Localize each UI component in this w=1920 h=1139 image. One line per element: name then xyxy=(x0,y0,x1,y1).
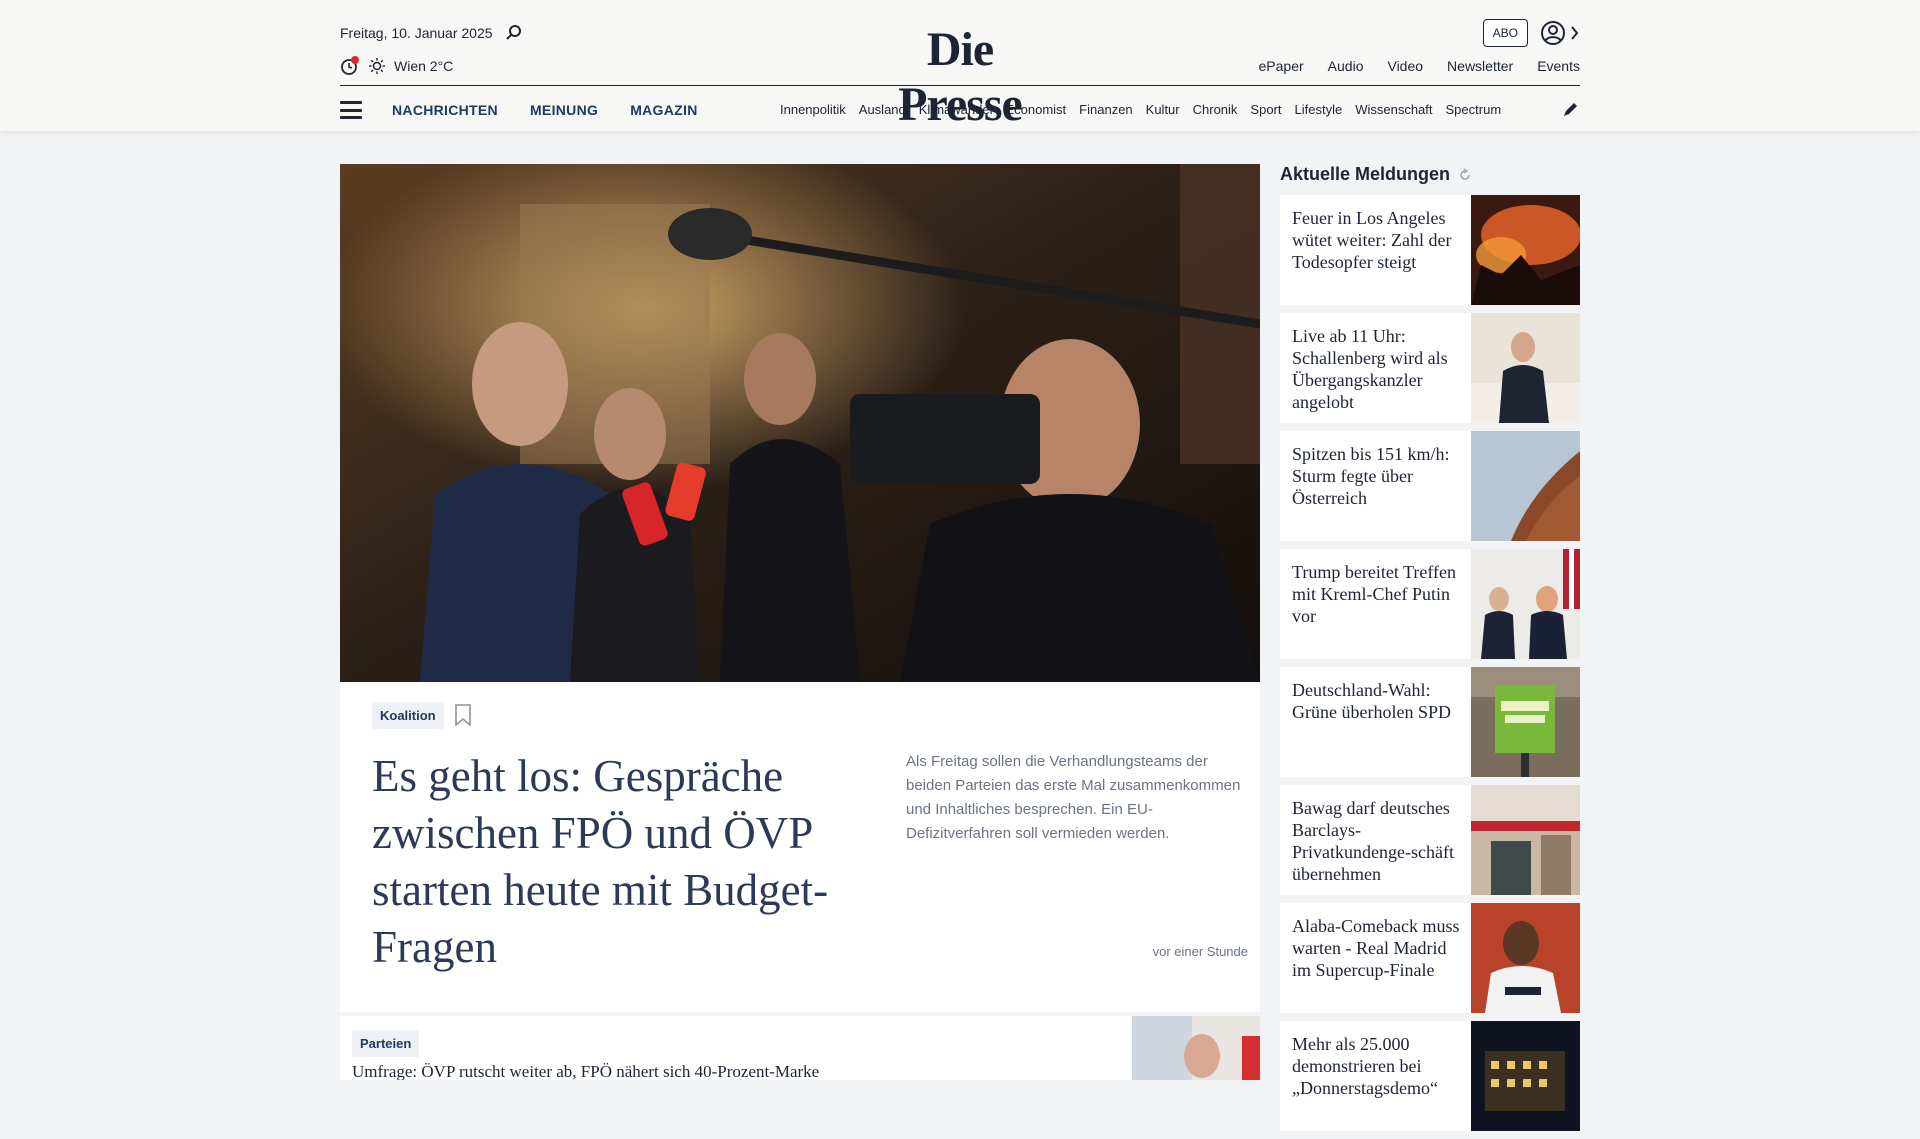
nav-innenpolitik[interactable]: Innenpolitik xyxy=(780,102,846,117)
nav-wissenschaft[interactable]: Wissenschaft xyxy=(1355,102,1432,117)
list-item[interactable]: Trump bereitet Treffen mit Kreml-Chef Pu… xyxy=(1280,549,1580,659)
list-item-title: Bawag darf deutsches Barclays-Privatkund… xyxy=(1292,798,1454,884)
list-item[interactable]: Bawag darf deutsches Barclays-Privatkund… xyxy=(1280,785,1580,895)
second-article-image[interactable] xyxy=(1132,1016,1260,1080)
list-item-image xyxy=(1471,667,1580,777)
nav-klimawandel[interactable]: Klimawandel xyxy=(919,102,993,117)
list-item[interactable]: Feuer in Los Angeles wütet weiter: Zahl … xyxy=(1280,195,1580,305)
list-item-image xyxy=(1471,313,1580,423)
site-header: Freitag, 10. Januar 2025 Wien 2°C Die Pr… xyxy=(0,0,1920,131)
list-item-title: Spitzen bis 151 km/h: Sturm fegte über Ö… xyxy=(1292,444,1450,508)
list-item-image xyxy=(1471,1021,1580,1131)
nav-chronik[interactable]: Chronik xyxy=(1193,102,1238,117)
lead-teaser: Als Freitag sollen die Verhandlungsteams… xyxy=(906,753,1241,842)
lead-article-card[interactable]: Koalition Es geht los: Gespräche zwische… xyxy=(340,682,1260,1012)
nav-finanzen[interactable]: Finanzen xyxy=(1079,102,1132,117)
list-item[interactable]: Mehr als 25.000 demonstrieren bei „Donne… xyxy=(1280,1021,1580,1131)
nav-economist[interactable]: Economist xyxy=(1005,102,1066,117)
nav-ausland[interactable]: Ausland xyxy=(859,102,906,117)
weather-label[interactable]: Wien 2°C xyxy=(394,58,453,74)
date-row: Freitag, 10. Januar 2025 xyxy=(340,24,523,42)
header-inner: Freitag, 10. Januar 2025 Wien 2°C Die Pr… xyxy=(340,0,1580,131)
current-date: Freitag, 10. Januar 2025 xyxy=(340,25,493,41)
list-item-image xyxy=(1471,903,1580,1013)
list-item-title: Mehr als 25.000 demonstrieren bei „Donne… xyxy=(1292,1034,1438,1098)
nav-nachrichten[interactable]: NACHRICHTEN xyxy=(392,102,498,118)
lead-headline[interactable]: Es geht los: Gespräche zwischen FPÖ und … xyxy=(372,748,852,976)
list-item-title: Alaba-Comeback muss warten - Real Madrid… xyxy=(1292,916,1460,980)
latest-news-list: Feuer in Los Angeles wütet weiter: Zahl … xyxy=(1280,195,1580,1139)
nav-kultur[interactable]: Kultur xyxy=(1146,102,1180,117)
header-divider xyxy=(340,85,1580,86)
nav-lifestyle[interactable]: Lifestyle xyxy=(1295,102,1343,117)
second-headline[interactable]: Umfrage: ÖVP rutscht weiter ab, FPÖ nähe… xyxy=(352,1062,1212,1080)
latest-news-title: Aktuelle Meldungen xyxy=(1280,164,1451,184)
abo-button[interactable]: ABO xyxy=(1482,19,1528,47)
nav-meinung[interactable]: MEINUNG xyxy=(530,102,598,118)
link-events[interactable]: Events xyxy=(1537,58,1580,74)
sun-icon xyxy=(368,57,386,75)
pencil-icon[interactable] xyxy=(1562,100,1580,123)
nav-magazin[interactable]: MAGAZIN xyxy=(630,102,697,118)
category-tag[interactable]: Koalition xyxy=(372,702,444,729)
utility-links: ePaper Audio Video Newsletter Events xyxy=(1259,58,1580,74)
list-item[interactable]: Live ab 11 Uhr: Schallenberg wird als Üb… xyxy=(1280,313,1580,423)
lead-article-image[interactable] xyxy=(340,164,1260,682)
list-item-image xyxy=(1471,785,1580,895)
latest-news-header: Aktuelle Meldungen xyxy=(1280,164,1472,185)
list-item[interactable]: Deutschland-Wahl: Grüne überholen SPD xyxy=(1280,667,1580,777)
main-navigation: NACHRICHTEN MEINUNG MAGAZIN Innenpolitik… xyxy=(340,96,1580,124)
link-epaper[interactable]: ePaper xyxy=(1259,58,1304,74)
list-item-title: Live ab 11 Uhr: Schallenberg wird als Üb… xyxy=(1292,326,1448,412)
link-audio[interactable]: Audio xyxy=(1328,58,1364,74)
list-item-title: Deutschland-Wahl: Grüne überholen SPD xyxy=(1292,680,1451,722)
list-item[interactable]: Spitzen bis 151 km/h: Sturm fegte über Ö… xyxy=(1280,431,1580,541)
list-item-title: Feuer in Los Angeles wütet weiter: Zahl … xyxy=(1292,208,1452,272)
list-item-title: Trump bereitet Treffen mit Kreml-Chef Pu… xyxy=(1292,562,1456,626)
refresh-icon xyxy=(1460,167,1470,180)
category-tag[interactable]: Parteien xyxy=(352,1030,420,1057)
main-sections: NACHRICHTEN MEINUNG MAGAZIN xyxy=(392,102,698,118)
sub-sections: Innenpolitik Ausland Klimawandel Economi… xyxy=(780,102,1532,117)
nav-sport[interactable]: Sport xyxy=(1250,102,1281,117)
lead-timestamp: vor einer Stunde xyxy=(1152,944,1248,959)
weather-row: Wien 2°C xyxy=(340,56,453,76)
menu-icon[interactable] xyxy=(340,101,362,119)
nav-spectrum[interactable]: Spectrum xyxy=(1446,102,1502,117)
history-clock-icon[interactable] xyxy=(340,56,360,76)
list-item[interactable]: Alaba-Comeback muss warten - Real Madrid… xyxy=(1280,903,1580,1013)
second-article-card[interactable]: Parteien Umfrage: ÖVP rutscht weiter ab,… xyxy=(340,1016,1260,1080)
bookmark-icon[interactable] xyxy=(454,704,472,731)
list-item-image xyxy=(1471,195,1580,305)
link-newsletter[interactable]: Newsletter xyxy=(1447,58,1513,74)
link-video[interactable]: Video xyxy=(1387,58,1423,74)
account-area: ABO xyxy=(1482,19,1580,47)
list-item-image xyxy=(1471,549,1580,659)
search-icon[interactable] xyxy=(505,24,523,42)
list-item-image xyxy=(1471,431,1580,541)
user-account-icon[interactable] xyxy=(1540,19,1580,47)
